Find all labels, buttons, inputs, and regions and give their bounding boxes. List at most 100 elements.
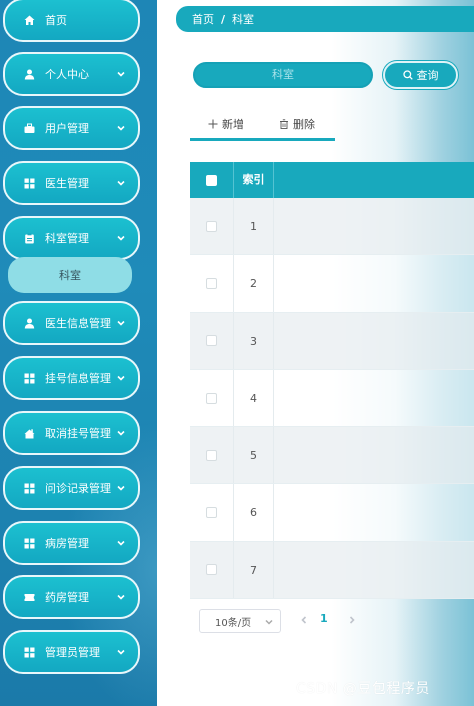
grid-icon [23,177,35,189]
sidebar-item-label: 科室管理 [45,232,89,245]
row-checkbox[interactable] [206,277,217,289]
chevron-down-icon [116,592,126,602]
user-icon [23,68,35,80]
sidebar-item[interactable]: 医生管理 [3,161,140,205]
row-index: 1 [233,198,274,255]
sidebar-item[interactable]: 挂号信息管理 [3,356,140,400]
search-icon [402,70,413,80]
sidebar-item[interactable]: 病房管理 [3,521,140,565]
search-button-label: 查询 [416,69,439,82]
ticket-icon [23,591,35,603]
row-index: 4 [233,369,274,427]
house-icon [23,427,35,439]
next-page-button[interactable] [345,612,359,628]
sidebar-item-label: 管理员管理 [45,646,100,659]
table-row: 7 [190,541,474,600]
table-row: 5 [190,427,474,485]
sidebar-item[interactable]: 用户管理 [3,106,140,150]
chevron-down-icon [116,373,126,383]
watermark: CSDN @豆包程序员 [296,681,430,697]
sidebar-item-label: 取消挂号管理 [45,427,111,440]
sidebar-item[interactable]: 药房管理 [3,575,140,619]
sidebar-item[interactable]: 个人中心 [3,52,140,96]
grid-icon [23,482,35,494]
row-checkbox[interactable] [206,392,217,404]
chevron-down-icon [116,178,126,188]
chevron-down-icon [116,483,126,493]
breadcrumb-home[interactable]: 首页 [192,11,214,27]
row-select-cell [190,277,233,289]
page-size-value: 10条/页 [215,617,252,629]
search-button[interactable]: 查询 [383,61,458,89]
user-icon [23,317,35,329]
row-checkbox[interactable] [206,335,217,347]
column-header-index[interactable]: 索引 [233,162,274,198]
sidebar-item[interactable]: 首页 [3,0,140,42]
briefcase-icon [23,122,35,134]
add-button[interactable]: 新增 [208,116,244,132]
table-row: 3 [190,312,474,370]
sidebar-item-label: 用户管理 [45,122,89,135]
row-select-cell [190,392,233,404]
sidebar-item[interactable]: 管理员管理 [3,630,140,674]
select-all-cell [190,174,233,186]
row-checkbox[interactable] [206,449,217,461]
data-table: 索引 1234567 [190,162,474,600]
grid-icon [23,646,35,658]
sidebar-item[interactable]: 医生信息管理 [3,301,140,345]
row-select-cell [190,507,233,519]
sidebar-item[interactable]: 取消挂号管理 [3,411,140,455]
sidebar: 首页个人中心用户管理医生管理科室管理医生信息管理挂号信息管理 取消挂号管理 问诊记录… [0,0,157,706]
home-icon [23,14,35,26]
add-button-label: 新增 [222,118,244,131]
current-page[interactable]: 1 [320,612,328,625]
select-all-checkbox[interactable] [206,174,217,186]
row-index: 7 [233,541,274,599]
sidebar-item-label: 病房管理 [45,537,89,550]
chevron-right-icon [349,616,355,624]
grid-icon [23,372,35,384]
chevron-down-icon [116,123,126,133]
row-select-cell [190,335,233,347]
chevron-down-icon [116,647,126,657]
page-size-select[interactable]: 10条/页 [199,609,281,633]
sidebar-item-label: 医生管理 [45,177,89,190]
row-index: 2 [233,255,274,312]
sidebar-item-label: 个人中心 [45,68,89,81]
table-row: 4 [190,369,474,428]
row-checkbox[interactable] [206,564,217,576]
row-select-cell [190,449,233,461]
table-row: 2 [190,255,474,313]
chevron-down-icon [116,69,126,79]
chevron-down-icon [116,233,126,243]
sidebar-item[interactable]: 科室管理 [3,216,140,260]
row-checkbox[interactable] [206,220,217,232]
delete-button-label: 删除 [293,118,315,131]
row-index: 6 [233,484,274,541]
toolbar: 新增 删除 [190,110,335,142]
chevron-down-icon [265,619,273,625]
row-checkbox[interactable] [206,507,217,519]
prev-page-button[interactable] [297,612,311,628]
sidebar-item-label: 首页 [45,14,67,27]
submenu-item-department[interactable]: 科室 [8,257,132,293]
toolbar-underline [190,138,335,141]
table-header: 索引 [190,162,474,198]
table-body: 1234567 [190,198,474,600]
grid-icon [23,537,35,549]
search-input[interactable]: 科室 [193,62,373,88]
sidebar-item[interactable]: 问诊记录管理 [3,466,140,510]
delete-button[interactable]: 删除 [279,116,315,132]
chevron-down-icon [116,538,126,548]
submenu-item-label: 科室 [59,269,81,282]
sidebar-item-label: 问诊记录管理 [45,482,111,495]
search-placeholder: 科室 [272,68,294,81]
row-select-cell [190,564,233,576]
chevron-down-icon [116,318,126,328]
breadcrumb-separator: / [221,12,226,26]
row-index: 3 [233,312,274,369]
chevron-down-icon [116,428,126,438]
breadcrumb: 首页 / 科室 [176,6,474,32]
sidebar-item-label: 挂号信息管理 [45,372,111,385]
clipboard-icon [23,232,35,244]
